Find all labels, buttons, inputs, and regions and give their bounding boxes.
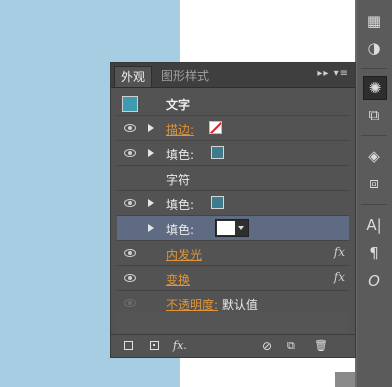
character-icon[interactable]: A| [363,214,385,236]
duplicate-item-icon[interactable]: ⧉ [287,339,295,352]
characters-row[interactable]: 字符 [117,166,349,191]
chevron-down-icon [238,226,244,230]
fill-row[interactable]: 填色: [117,191,349,216]
opacity-label[interactable]: 不透明度: [166,298,218,312]
fill-white-swatch [217,221,235,235]
fx-icon: fx [333,270,345,284]
expand-arrow-icon[interactable] [148,124,154,132]
inner-glow-label[interactable]: 内发光 [166,246,202,263]
visibility-eye-icon[interactable] [124,249,136,257]
stroke-none-swatch[interactable] [209,121,222,134]
delete-item-icon[interactable]: 🗑 [314,339,328,352]
fill-color-dropdown[interactable] [215,219,249,237]
toolbar-separator [361,204,387,205]
visibility-eye-icon[interactable] [124,274,136,282]
expand-arrow-icon[interactable] [148,224,154,232]
add-effect-icon[interactable]: fx. [173,339,187,352]
artboards-icon[interactable]: ⧈ [363,172,385,194]
transform-icon[interactable]: ⧉ [363,104,385,126]
toolbar-separator [361,135,387,136]
opentype-icon[interactable]: O [363,270,385,292]
fx-icon: fx [333,245,345,259]
expand-arrow-icon[interactable] [148,149,154,157]
appearance-panel: 外观 图形样式 ▸▸ ▾≡ 文字 描边: 填色: 字符 填色: 填色: 内发光 … [110,62,356,358]
stroke-row[interactable]: 描边: [117,116,349,141]
opacity-label-group: 不透明度: 默认值 [166,296,258,313]
fill-row-selected[interactable]: 填色: [117,216,349,241]
tab-graphic-styles[interactable]: 图形样式 [155,66,215,87]
fill-row[interactable]: 填色: [117,141,349,166]
expand-arrow-icon[interactable] [148,199,154,207]
visibility-eye-icon[interactable] [124,149,136,157]
visibility-eye-icon[interactable] [124,124,136,132]
color-guide-icon[interactable]: ◑ [363,37,385,59]
fill-label: 填色: [166,198,195,212]
scrollbar-thumb[interactable] [335,372,355,387]
stroke-label[interactable]: 描边: [166,121,194,138]
characters-label: 字符 [166,173,191,187]
add-new-stroke-icon[interactable] [124,341,133,350]
appearance-icon[interactable]: ✺ [363,76,387,100]
visibility-eye-icon[interactable] [124,199,136,207]
right-dock-toolbar: ▦ ◑ ✺ ⧉ ◈ ⧈ A| ¶ O [355,0,392,387]
object-type-label: 文字 [166,98,191,112]
fill-label: 填色: [166,223,195,237]
visibility-eye-icon[interactable] [124,299,136,307]
panel-footer: fx. ⊘ ⧉ 🗑 [111,334,355,357]
fill-color-swatch[interactable] [211,196,224,209]
fill-color-swatch[interactable] [211,146,224,159]
inner-glow-row[interactable]: 内发光 fx [117,241,349,266]
tab-appearance[interactable]: 外观 [114,66,153,87]
add-new-fill-icon[interactable] [150,341,159,350]
clear-appearance-icon[interactable]: ⊘ [262,339,272,353]
layers-grid-icon[interactable]: ▦ [363,10,385,32]
layers-icon[interactable]: ◈ [363,145,385,167]
opacity-value: 默认值 [221,298,258,312]
toolbar-separator [361,68,387,69]
fill-label: 填色: [166,148,195,162]
object-thumbnail [122,96,138,112]
appearance-header-row[interactable]: 文字 [117,91,349,116]
panel-menu-button[interactable]: ▸▸ ▾≡ [317,68,349,79]
panel-tabs: 外观 图形样式 ▸▸ ▾≡ [111,63,355,88]
transform-row[interactable]: 变换 fx [117,266,349,291]
transform-label[interactable]: 变换 [166,271,190,288]
panel-empty-area [117,312,349,336]
paragraph-icon[interactable]: ¶ [363,242,385,264]
